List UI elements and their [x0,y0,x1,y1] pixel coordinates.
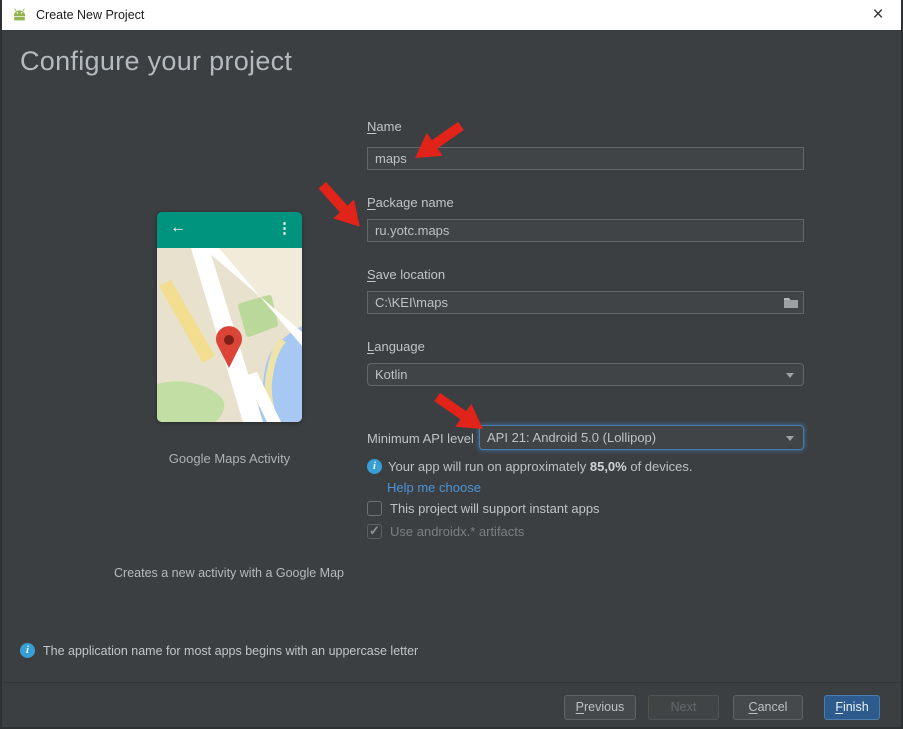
instant-apps-label: This project will support instant apps [390,501,600,516]
close-icon[interactable]: × [855,0,901,30]
language-label: Language [367,339,425,354]
checkbox-unchecked[interactable] [367,501,382,516]
help-me-choose-link[interactable]: Help me choose [387,480,481,495]
map-preview [157,248,302,422]
overflow-menu-icon: ⋮ [277,220,292,237]
language-dropdown[interactable]: Kotlin [367,363,804,386]
name-label: Name [367,119,402,134]
device-coverage-info: i Your app will run on approximately 85,… [367,459,693,474]
save-location-input[interactable] [367,291,804,314]
min-api-label: Minimum API level [367,431,474,446]
next-button: Next [648,695,719,720]
save-location-label: Save location [367,267,446,282]
android-icon [13,8,26,21]
package-name-input[interactable] [367,219,804,242]
activity-name-label: Google Maps Activity [168,451,291,466]
checkbox-checked-disabled: ✓ [367,523,382,539]
checkmark-icon: ✓ [369,523,380,538]
folder-icon[interactable] [783,296,799,309]
package-name-label: Package name [367,195,454,210]
previous-button[interactable]: Previous [564,695,636,720]
instant-apps-checkbox-row[interactable]: This project will support instant apps [367,501,600,516]
info-icon: i [20,643,35,658]
validation-note: i The application name for most apps beg… [20,643,418,658]
name-input[interactable] [367,147,804,170]
preview-appbar: ← ⋮ [157,212,302,248]
window-title: Create New Project [36,8,145,22]
titlebar: Create New Project × [2,0,901,30]
page-title: Configure your project [20,46,293,76]
androidx-checkbox-row: ✓ Use androidx.* artifacts [367,523,525,539]
chevron-down-icon [786,373,794,378]
min-api-dropdown[interactable]: API 21: Android 5.0 (Lollipop) [479,425,804,450]
info-icon: i [367,459,382,474]
cancel-button[interactable]: Cancel [733,695,803,720]
back-arrow-icon: ← [170,219,186,236]
activity-description: Creates a new activity with a Google Map [114,566,344,580]
create-new-project-dialog: Create New Project × Configure your proj… [0,0,903,729]
activity-preview-card: ← ⋮ [157,212,302,422]
chevron-down-icon [786,436,794,441]
annotation-arrow-package [318,181,360,227]
finish-button[interactable]: Finish [824,695,880,720]
androidx-label: Use androidx.* artifacts [390,524,525,539]
footer-separator [2,682,901,683]
